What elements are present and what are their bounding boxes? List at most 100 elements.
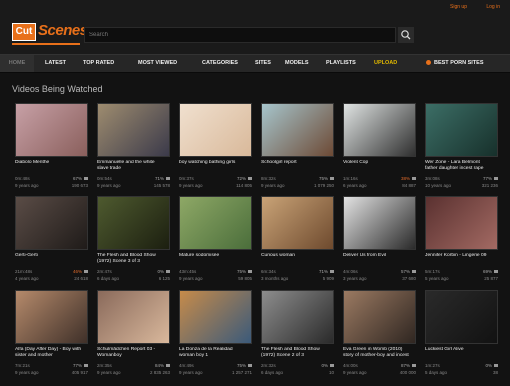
nav-top-rated[interactable]: Top Rated [83, 55, 114, 72]
video-views: 37 680 [402, 276, 416, 281]
video-card[interactable]: Luckiest Girl Alive 1m:27s 0% 5 days ago 38 [425, 290, 498, 386]
nav-categories[interactable]: Categories [202, 55, 238, 72]
video-title-line1: Jennifer Korbin - Lingerie 09 [425, 253, 487, 258]
video-title[interactable]: Mature sodomisée [179, 253, 254, 259]
signup-link[interactable]: Sign up [450, 4, 467, 10]
video-title[interactable]: Deliver Us from Evil [343, 253, 418, 259]
video-title[interactable]: Schulmädchen Report 03 - Womanboy [97, 347, 172, 359]
video-thumbnail[interactable] [97, 290, 170, 344]
video-views: 6 125 [158, 276, 170, 281]
video-title[interactable]: Curious woman [261, 253, 336, 259]
video-card[interactable]: Wer Zone - Lara Belmont father daughter i… [425, 103, 498, 199]
video-card[interactable]: Gerti-Gerti 21m:48s 46% 4 years ago 24 618 [15, 196, 88, 292]
video-title[interactable]: boy watching bathing girls [179, 160, 254, 166]
video-title-line1: Diabolo Menthe [15, 160, 50, 165]
video-thumbnail[interactable] [261, 290, 334, 344]
nav-upload[interactable]: Upload [374, 55, 397, 72]
video-views: 25 877 [484, 276, 498, 281]
video-card[interactable]: Emmanuelle and the white slave trade 0m:54… [97, 103, 170, 199]
video-thumbnail[interactable] [425, 103, 498, 157]
nav-best-porn-sites[interactable]: Best Porn Sites [426, 55, 484, 72]
login-link[interactable]: Log in [486, 4, 500, 10]
video-title[interactable]: Violent Cop [343, 160, 418, 166]
main-nav: Home Latest Top Rated Most Viewed Catego… [0, 54, 510, 73]
video-rating: 75% [236, 269, 246, 274]
video-title[interactable]: Schoolgirl report [261, 160, 336, 166]
video-duration: 1m:16s [343, 176, 358, 181]
video-meta-row1: 1m:27s 0% [425, 363, 498, 368]
video-age: 9 years ago [97, 183, 121, 188]
video-card[interactable]: Jennifer Korbin - Lingerie 09 5m:17s 69% 5 … [425, 196, 498, 292]
video-thumbnail[interactable] [15, 196, 88, 250]
video-thumbnail[interactable] [179, 103, 252, 157]
video-title-line1: Deliver Us from Evil [343, 253, 386, 258]
video-card[interactable]: Violent Cop 1m:16s 38% 6 years ago 84 887 [343, 103, 416, 199]
video-title[interactable]: Wer Zone - Lara Belmont father daughter i… [425, 160, 500, 172]
video-card[interactable]: Eva Green in Womb (2010) story of mother-… [343, 290, 416, 386]
video-title-line1: Luckiest Girl Alive [425, 347, 464, 352]
video-meta-row1: 2m:35s 84% [97, 363, 170, 368]
video-thumbnail[interactable] [343, 290, 416, 344]
site-logo[interactable]: Cut Scenes [12, 19, 88, 47]
nav-sites[interactable]: Sites [255, 55, 271, 72]
video-thumbnail[interactable] [179, 290, 252, 344]
video-thumbnail[interactable] [97, 196, 170, 250]
video-meta-row1: 0m:54s 71% [97, 176, 170, 181]
video-rating: 77% [482, 176, 492, 181]
video-card[interactable]: Schulmädchen Report 03 - Womanboy 2m:35s 84… [97, 290, 170, 386]
video-card[interactable]: La Donza de la Realidad woman boy 1 4m:49s… [179, 290, 252, 386]
video-thumbnail[interactable] [343, 103, 416, 157]
video-rating: 84% [154, 363, 164, 368]
search-button[interactable] [398, 27, 414, 43]
video-thumbnail[interactable] [261, 196, 334, 250]
video-rating: 0% [485, 363, 492, 368]
video-meta-row1: 4m:00s 87% [343, 363, 416, 368]
video-thumbnail[interactable] [343, 196, 416, 250]
video-thumbnail[interactable] [425, 196, 498, 250]
nav-most-viewed[interactable]: Most Viewed [138, 55, 177, 72]
video-age: 9 years ago [179, 276, 203, 281]
search-input[interactable] [89, 29, 389, 41]
video-title[interactable]: Eva Green in Womb (2010) story of mother-… [343, 347, 418, 359]
video-title[interactable]: Gerti-Gerti [15, 253, 90, 259]
video-card[interactable]: Curious woman 6m:34s 71% 3 months ago 5 909 [261, 196, 334, 292]
video-card[interactable]: Deliver Us from Evil 4m:06s 57% 3 years ago… [343, 196, 416, 292]
video-card[interactable]: boy watching bathing girls 0m:37s 72% 9 yea… [179, 103, 252, 199]
video-thumbnail[interactable] [15, 290, 88, 344]
video-title[interactable]: Alfa (Day After Day) - Boy with sister an… [15, 347, 90, 359]
video-thumbnail[interactable] [261, 103, 334, 157]
video-thumbnail[interactable] [425, 290, 498, 344]
video-title[interactable]: Jennifer Korbin - Lingerie 09 [425, 253, 500, 259]
video-meta-row1: 0m:37s 72% [179, 176, 252, 181]
video-meta-row2: 6 days ago 10 [261, 370, 334, 375]
video-thumbnail[interactable] [97, 103, 170, 157]
video-duration: 4m:49s [179, 363, 194, 368]
nav-playlists[interactable]: Playlists [326, 55, 356, 72]
video-title[interactable]: Diabolo Menthe [15, 160, 90, 166]
video-thumbnail[interactable] [15, 103, 88, 157]
thumbs-up-icon [494, 177, 498, 181]
video-card[interactable]: Alfa (Day After Day) - Boy with sister an… [15, 290, 88, 386]
video-title[interactable]: The Flesh and Blood Show (1972) Scene 2 o… [261, 347, 336, 359]
nav-home[interactable]: Home [0, 55, 34, 72]
video-card[interactable]: Mature sodomisée 43m:45s 75% 9 years ago 59 … [179, 196, 252, 292]
video-title[interactable]: La Donza de la Realidad woman boy 1 [179, 347, 254, 359]
video-title[interactable]: Emmanuelle and the white slave trade [97, 160, 172, 172]
nav-models[interactable]: Models [285, 55, 309, 72]
video-views: 2 835 263 [149, 370, 170, 375]
video-card[interactable]: Diabolo Menthe 0m:48s 67% 9 years ago 190 67… [15, 103, 88, 199]
video-thumbnail[interactable] [179, 196, 252, 250]
nav-latest[interactable]: Latest [45, 55, 66, 72]
video-rating: 46% [72, 269, 82, 274]
video-title[interactable]: The Flesh and Blood Show (1972) Scene 3 o… [97, 253, 172, 265]
video-card[interactable]: Schoolgirl report 8m:32s 75% 9 years ago 1 0… [261, 103, 334, 199]
video-card[interactable]: The Flesh and Blood Show (1972) Scene 2 o… [261, 290, 334, 386]
video-views: 400 000 [399, 370, 416, 375]
video-title[interactable]: Luckiest Girl Alive [425, 347, 500, 353]
video-meta-row1: 5m:17s 69% [425, 269, 498, 274]
video-meta-row2: 9 years ago 145 578 [97, 183, 170, 188]
video-rating: 75% [236, 363, 246, 368]
thumbs-up-icon [166, 177, 170, 181]
video-meta-row1: 0m:48s 67% [15, 176, 88, 181]
video-card[interactable]: The Flesh and Blood Show (1972) Scene 3 o… [97, 196, 170, 292]
